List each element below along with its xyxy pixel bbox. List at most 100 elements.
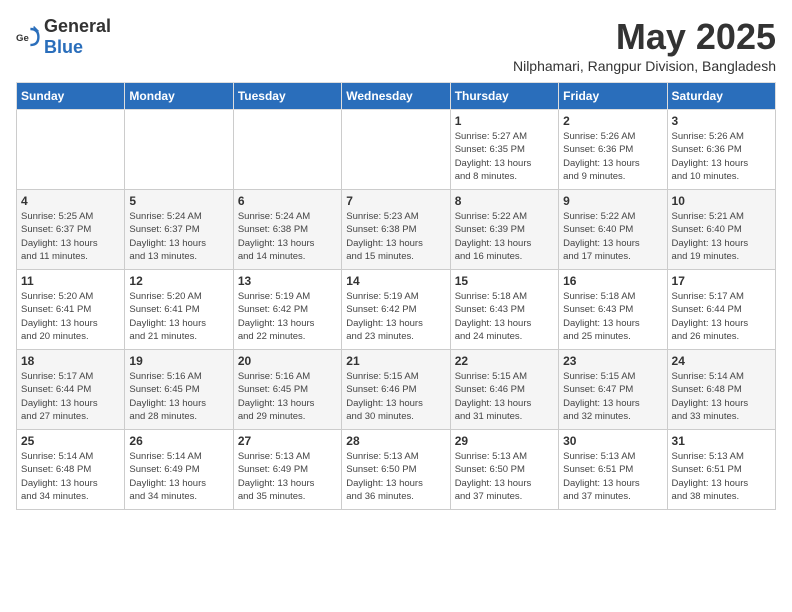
logo: Ge General Blue	[16, 16, 111, 58]
calendar-cell: 30Sunrise: 5:13 AMSunset: 6:51 PMDayligh…	[559, 430, 667, 510]
day-number: 29	[455, 434, 554, 448]
logo-icon: Ge	[16, 25, 40, 49]
day-number: 15	[455, 274, 554, 288]
calendar-cell: 5 Sunrise: 5:24 AMSunset: 6:37 PMDaylight…	[125, 190, 233, 270]
day-number: 9	[563, 194, 662, 208]
cell-info: Sunrise: 5:24 AMSunset: 6:38 PMDaylight:…	[238, 210, 337, 263]
cell-info: Sunrise: 5:18 AMSunset: 6:43 PMDaylight:…	[563, 290, 662, 343]
calendar-cell: 9 Sunrise: 5:22 AMSunset: 6:40 PMDaylight…	[559, 190, 667, 270]
calendar-cell: 14 Sunrise: 5:19 AMSunset: 6:42 PMDayligh…	[342, 270, 450, 350]
cell-info: Sunrise: 5:17 AMSunset: 6:44 PMDaylight:…	[21, 370, 120, 423]
calendar-table: SundayMondayTuesdayWednesdayThursdayFrid…	[16, 82, 776, 510]
calendar-cell: 4 Sunrise: 5:25 AMSunset: 6:37 PMDaylight…	[17, 190, 125, 270]
day-number: 7	[346, 194, 445, 208]
svg-text:Ge: Ge	[16, 33, 29, 44]
day-number: 22	[455, 354, 554, 368]
day-number: 26	[129, 434, 228, 448]
cell-info: Sunrise: 5:19 AMSunset: 6:42 PMDaylight:…	[346, 290, 445, 343]
day-number: 20	[238, 354, 337, 368]
calendar-cell: 8 Sunrise: 5:22 AMSunset: 6:39 PMDaylight…	[450, 190, 558, 270]
calendar-cell: 7 Sunrise: 5:23 AMSunset: 6:38 PMDaylight…	[342, 190, 450, 270]
cell-info: Sunrise: 5:16 AMSunset: 6:45 PMDaylight:…	[238, 370, 337, 423]
day-number: 11	[21, 274, 120, 288]
day-number: 4	[21, 194, 120, 208]
cell-info: Sunrise: 5:15 AMSunset: 6:47 PMDaylight:…	[563, 370, 662, 423]
calendar-cell: 3 Sunrise: 5:26 AMSunset: 6:36 PMDaylight…	[667, 110, 775, 190]
calendar-cell: 10 Sunrise: 5:21 AMSunset: 6:40 PMDayligh…	[667, 190, 775, 270]
day-number: 12	[129, 274, 228, 288]
day-number: 5	[129, 194, 228, 208]
cell-info: Sunrise: 5:19 AMSunset: 6:42 PMDaylight:…	[238, 290, 337, 343]
calendar-cell: 26 Sunrise: 5:14 AMSunset: 6:49 PMDayligh…	[125, 430, 233, 510]
calendar-cell: 16Sunrise: 5:18 AMSunset: 6:43 PMDayligh…	[559, 270, 667, 350]
cell-info: Sunrise: 5:15 AMSunset: 6:46 PMDaylight:…	[455, 370, 554, 423]
calendar-cell: 2 Sunrise: 5:26 AMSunset: 6:36 PMDaylight…	[559, 110, 667, 190]
calendar-cell: 19Sunrise: 5:16 AMSunset: 6:45 PMDayligh…	[125, 350, 233, 430]
calendar-cell	[17, 110, 125, 190]
day-number: 17	[672, 274, 771, 288]
calendar-cell: 1Sunrise: 5:27 AMSunset: 6:35 PMDaylight…	[450, 110, 558, 190]
cell-info: Sunrise: 5:13 AMSunset: 6:49 PMDaylight:…	[238, 450, 337, 503]
calendar-cell	[342, 110, 450, 190]
weekday-header-wednesday: Wednesday	[342, 83, 450, 110]
weekday-header-thursday: Thursday	[450, 83, 558, 110]
day-number: 18	[21, 354, 120, 368]
day-number: 14	[346, 274, 445, 288]
cell-info: Sunrise: 5:22 AMSunset: 6:39 PMDaylight:…	[455, 210, 554, 263]
day-number: 10	[672, 194, 771, 208]
calendar-cell	[233, 110, 341, 190]
cell-info: Sunrise: 5:25 AMSunset: 6:37 PMDaylight:…	[21, 210, 120, 263]
logo-text: General Blue	[44, 16, 111, 58]
day-number: 24	[672, 354, 771, 368]
calendar-cell: 28 Sunrise: 5:13 AMSunset: 6:50 PMDayligh…	[342, 430, 450, 510]
cell-info: Sunrise: 5:13 AMSunset: 6:50 PMDaylight:…	[346, 450, 445, 503]
calendar-cell: 29 Sunrise: 5:13 AMSunset: 6:50 PMDayligh…	[450, 430, 558, 510]
calendar-cell: 24 Sunrise: 5:14 AMSunset: 6:48 PMDayligh…	[667, 350, 775, 430]
day-number: 6	[238, 194, 337, 208]
location-subtitle: Nilphamari, Rangpur Division, Bangladesh	[513, 58, 776, 74]
day-number: 30	[563, 434, 662, 448]
calendar-cell: 27 Sunrise: 5:13 AMSunset: 6:49 PMDayligh…	[233, 430, 341, 510]
weekday-header-saturday: Saturday	[667, 83, 775, 110]
cell-info: Sunrise: 5:13 AMSunset: 6:51 PMDaylight:…	[672, 450, 771, 503]
page-header: Ge General Blue May 2025 Nilphamari, Ran…	[16, 16, 776, 74]
month-title: May 2025	[513, 16, 776, 58]
cell-info: Sunrise: 5:26 AMSunset: 6:36 PMDaylight:…	[672, 130, 771, 183]
cell-info: Sunrise: 5:14 AMSunset: 6:49 PMDaylight:…	[129, 450, 228, 503]
day-number: 3	[672, 114, 771, 128]
cell-info: Sunrise: 5:22 AMSunset: 6:40 PMDaylight:…	[563, 210, 662, 263]
weekday-header-tuesday: Tuesday	[233, 83, 341, 110]
cell-info: Sunrise: 5:23 AMSunset: 6:38 PMDaylight:…	[346, 210, 445, 263]
cell-info: Sunrise: 5:13 AMSunset: 6:50 PMDaylight:…	[455, 450, 554, 503]
day-number: 23	[563, 354, 662, 368]
calendar-cell: 20 Sunrise: 5:16 AMSunset: 6:45 PMDayligh…	[233, 350, 341, 430]
calendar-cell: 12Sunrise: 5:20 AMSunset: 6:41 PMDayligh…	[125, 270, 233, 350]
weekday-header-monday: Monday	[125, 83, 233, 110]
calendar-cell: 17 Sunrise: 5:17 AMSunset: 6:44 PMDayligh…	[667, 270, 775, 350]
cell-info: Sunrise: 5:17 AMSunset: 6:44 PMDaylight:…	[672, 290, 771, 343]
calendar-cell: 13 Sunrise: 5:19 AMSunset: 6:42 PMDayligh…	[233, 270, 341, 350]
cell-info: Sunrise: 5:27 AMSunset: 6:35 PMDaylight:…	[455, 130, 554, 183]
day-number: 27	[238, 434, 337, 448]
cell-info: Sunrise: 5:26 AMSunset: 6:36 PMDaylight:…	[563, 130, 662, 183]
day-number: 19	[129, 354, 228, 368]
cell-info: Sunrise: 5:14 AMSunset: 6:48 PMDaylight:…	[672, 370, 771, 423]
day-number: 8	[455, 194, 554, 208]
cell-info: Sunrise: 5:21 AMSunset: 6:40 PMDaylight:…	[672, 210, 771, 263]
cell-info: Sunrise: 5:24 AMSunset: 6:37 PMDaylight:…	[129, 210, 228, 263]
title-block: May 2025 Nilphamari, Rangpur Division, B…	[513, 16, 776, 74]
day-number: 28	[346, 434, 445, 448]
day-number: 2	[563, 114, 662, 128]
calendar-cell: 15 Sunrise: 5:18 AMSunset: 6:43 PMDayligh…	[450, 270, 558, 350]
calendar-cell: 11 Sunrise: 5:20 AMSunset: 6:41 PMDayligh…	[17, 270, 125, 350]
logo-general: General	[44, 16, 111, 36]
cell-info: Sunrise: 5:18 AMSunset: 6:43 PMDaylight:…	[455, 290, 554, 343]
calendar-cell: 25 Sunrise: 5:14 AMSunset: 6:48 PMDayligh…	[17, 430, 125, 510]
day-number: 25	[21, 434, 120, 448]
cell-info: Sunrise: 5:20 AMSunset: 6:41 PMDaylight:…	[21, 290, 120, 343]
calendar-cell: 21Sunrise: 5:15 AMSunset: 6:46 PMDayligh…	[342, 350, 450, 430]
cell-info: Sunrise: 5:14 AMSunset: 6:48 PMDaylight:…	[21, 450, 120, 503]
cell-info: Sunrise: 5:15 AMSunset: 6:46 PMDaylight:…	[346, 370, 445, 423]
calendar-cell	[125, 110, 233, 190]
day-number: 13	[238, 274, 337, 288]
